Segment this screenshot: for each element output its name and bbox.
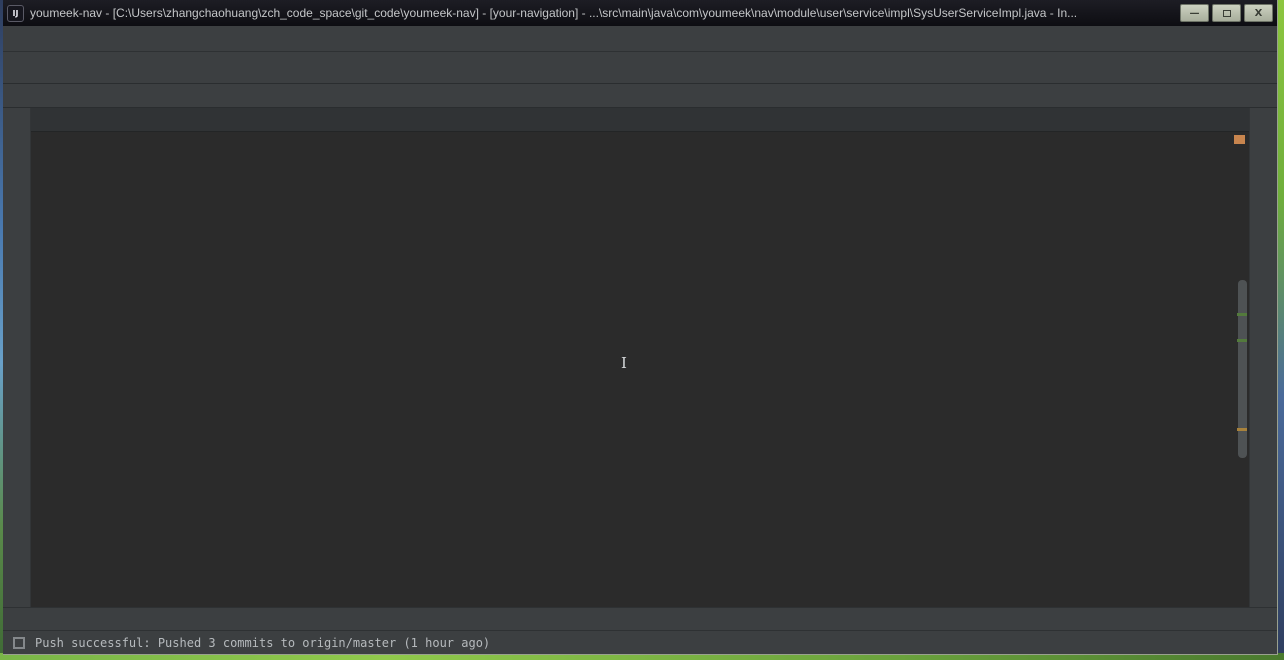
intellij-logo-icon: IJ: [7, 5, 24, 22]
restore-button[interactable]: [1212, 4, 1241, 22]
breadcrumb: [3, 84, 1277, 108]
main-toolbar: [3, 52, 1277, 84]
ide-window: IJ youmeek-nav - [C:\Users\zhangchaohuan…: [3, 0, 1278, 655]
left-tool-window-stripe: [3, 108, 31, 607]
mouse-ibeam-cursor: I: [621, 354, 627, 372]
stripe-mark-green[interactable]: [1237, 339, 1247, 342]
title-bar[interactable]: IJ youmeek-nav - [C:\Users\zhangchaohuan…: [3, 0, 1277, 26]
editor-scrollbar[interactable]: [1238, 280, 1247, 458]
right-tool-window-stripe: [1249, 108, 1277, 607]
toolwindow-toggle-icon[interactable]: [13, 637, 25, 649]
error-stripe-warning-mark[interactable]: [1234, 135, 1245, 144]
editor-tab-bar: [31, 108, 1249, 132]
status-bar: Push successful: Pushed 3 commits to ori…: [3, 630, 1277, 654]
stripe-mark-orange[interactable]: [1237, 428, 1247, 431]
close-button[interactable]: X: [1244, 4, 1273, 22]
minimize-button[interactable]: —: [1180, 4, 1209, 22]
restore-icon: [1223, 10, 1231, 17]
window-title: youmeek-nav - [C:\Users\zhangchaohuang\z…: [30, 6, 1172, 20]
desktop-wallpaper-right: [1277, 0, 1284, 660]
stripe-mark-green[interactable]: [1237, 313, 1247, 316]
menu-bar: [3, 26, 1277, 52]
status-message: Push successful: Pushed 3 commits to ori…: [35, 636, 490, 650]
code-editor[interactable]: I: [31, 132, 1249, 607]
tool-window-bar: [3, 607, 1277, 630]
